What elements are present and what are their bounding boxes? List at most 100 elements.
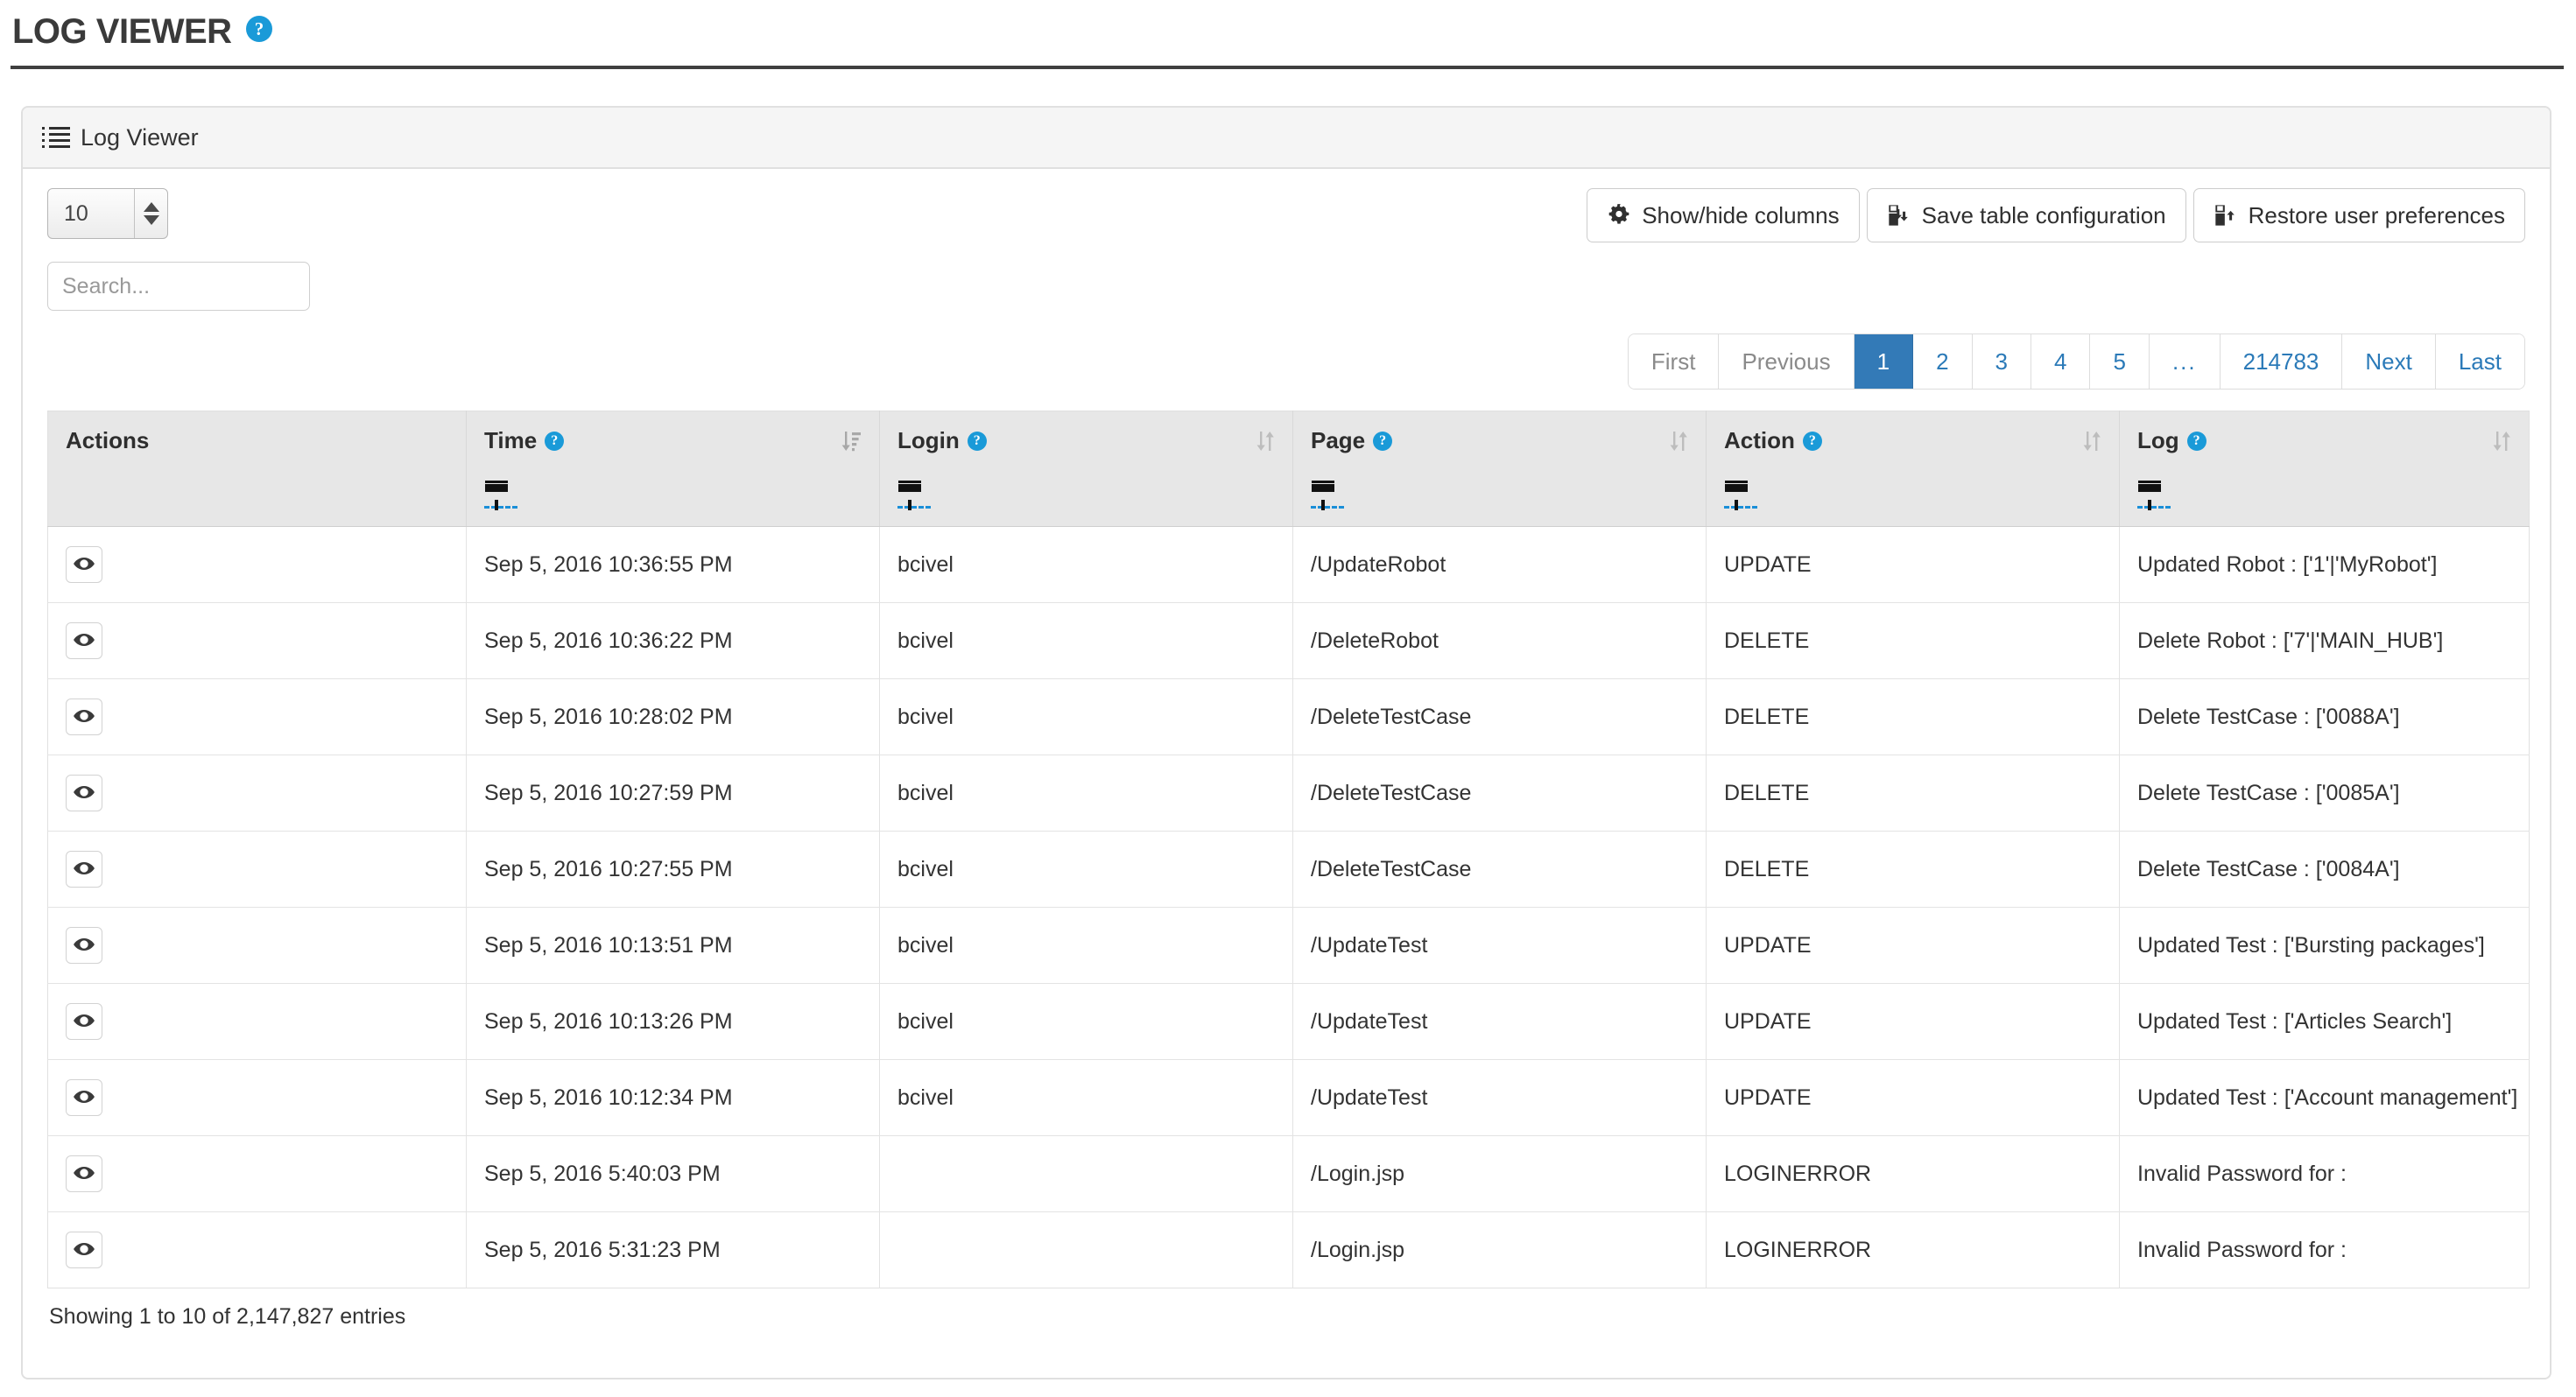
column-header-page[interactable]: Page ? [1292,411,1707,527]
table-row[interactable]: Sep 5, 2016 10:13:51 PM bcivel/UpdateTest… [47,907,2530,984]
filter-input-underline[interactable] [2137,506,2171,509]
table-row[interactable]: Sep 5, 2016 5:40:03 PM/Login.jsp LOGINERR… [47,1135,2530,1212]
filter-funnel-icon[interactable] [1312,481,1334,510]
column-header-login-label: Login [897,427,960,453]
column-header-log[interactable]: Log ? [2119,411,2530,527]
row-log: Updated Test : ['Account management'] [2119,1059,2530,1136]
row-page: /Login.jsp [1292,1211,1707,1288]
filter-input-underline[interactable] [1724,506,1757,509]
row-time: Sep 5, 2016 10:27:59 PM [466,755,880,832]
pagination-page-1[interactable]: 1 [1854,334,1914,389]
column-header-action[interactable]: Action ? [1706,411,2120,527]
pagination-page-3[interactable]: 3 [1972,334,2031,389]
help-circle-icon[interactable]: ? [246,15,273,42]
pagination-next[interactable]: Next [2342,334,2436,389]
row-login: bcivel [879,678,1293,755]
column-header-login[interactable]: Login ? [879,411,1293,527]
filter-funnel-icon[interactable] [1725,481,1748,510]
page-size-spinner[interactable] [134,189,167,238]
view-log-entry-button[interactable] [66,1232,102,1268]
table-body: Sep 5, 2016 10:36:55 PM bcivel/UpdateRobo… [47,526,2530,1288]
column-filter-login[interactable] [897,481,933,510]
filter-funnel-icon[interactable] [485,481,508,510]
eye-icon [73,1085,95,1111]
pagination-last-page-number[interactable]: 214783 [2220,334,2343,389]
pagination-last[interactable]: Last [2435,334,2524,389]
table-toolbar: 10 Show/hide columns Save table configur… [47,188,2525,242]
row-time: Sep 5, 2016 10:36:22 PM [466,602,880,679]
row-page: /DeleteRobot [1292,602,1707,679]
table-row[interactable]: Sep 5, 2016 10:36:22 PM bcivel/DeleteRobo… [47,602,2530,679]
row-time: Sep 5, 2016 10:13:26 PM [466,983,880,1060]
pagination-page-4[interactable]: 4 [2031,334,2091,389]
view-log-entry-button[interactable] [66,622,102,659]
table-row[interactable]: Sep 5, 2016 10:27:55 PM bcivel/DeleteTest… [47,831,2530,908]
table-row[interactable]: Sep 5, 2016 10:36:55 PM bcivel/UpdateRobo… [47,526,2530,603]
eye-icon [73,1238,95,1263]
sort-both-icon[interactable] [1669,427,1688,458]
row-page: /Login.jsp [1292,1135,1707,1212]
spinner-down-icon[interactable] [143,215,159,225]
view-log-entry-button[interactable] [66,1155,102,1192]
table-row[interactable]: Sep 5, 2016 10:27:59 PM bcivel/DeleteTest… [47,755,2530,832]
table-row[interactable]: Sep 5, 2016 10:12:34 PM bcivel/UpdateTest… [47,1059,2530,1136]
restore-user-preferences-button[interactable]: Restore user preferences [2192,188,2525,242]
row-log: Delete TestCase : ['0088A'] [2119,678,2530,755]
view-log-entry-button[interactable] [66,1079,102,1116]
row-action: LOGINERROR [1706,1211,2120,1288]
filter-input-underline[interactable] [1311,506,1344,509]
help-circle-icon[interactable]: ? [967,431,987,451]
row-login: bcivel [879,1059,1293,1136]
sort-desc-icon[interactable] [839,427,862,458]
panel-body: 10 Show/hide columns Save table configur… [23,169,2550,1330]
search-input[interactable] [47,262,310,311]
row-actions-cell [47,1135,467,1212]
save-table-configuration-button[interactable]: Save table configuration [1866,188,2186,242]
gear-icon [1607,203,1631,228]
column-header-time[interactable]: Time ? [466,411,880,527]
view-log-entry-button[interactable] [66,927,102,964]
pagination-page-5[interactable]: 5 [2090,334,2150,389]
view-log-entry-button[interactable] [66,775,102,811]
pagination-ellipsis[interactable]: ... [2149,334,2221,389]
filter-input-underline[interactable] [897,506,931,509]
help-circle-icon[interactable]: ? [1802,431,1822,451]
row-log: Updated Test : ['Bursting packages'] [2119,907,2530,984]
column-filter-action[interactable] [1724,481,1759,510]
column-header-actions[interactable]: Actions [47,411,467,527]
view-log-entry-button[interactable] [66,1003,102,1040]
row-action: UPDATE [1706,1059,2120,1136]
help-circle-icon[interactable]: ? [2186,431,2206,451]
sort-both-icon[interactable] [1256,427,1275,458]
table-row[interactable]: Sep 5, 2016 10:13:26 PM bcivel/UpdateTest… [47,983,2530,1060]
pagination-first[interactable]: First [1628,334,1720,389]
column-filter-log[interactable] [2137,481,2172,510]
filter-funnel-icon[interactable] [2138,481,2161,510]
table-row[interactable]: Sep 5, 2016 10:28:02 PM bcivel/DeleteTest… [47,678,2530,755]
table-row[interactable]: Sep 5, 2016 5:31:23 PM/Login.jsp LOGINERR… [47,1211,2530,1288]
view-log-entry-button[interactable] [66,698,102,735]
row-login: bcivel [879,602,1293,679]
filter-funnel-icon[interactable] [898,481,921,510]
help-circle-icon[interactable]: ? [545,431,565,451]
row-login: bcivel [879,526,1293,603]
spinner-up-icon[interactable] [143,202,159,212]
sort-both-icon[interactable] [2082,427,2101,458]
eye-icon [73,1162,95,1187]
title-divider [11,66,2564,69]
view-log-entry-button[interactable] [66,546,102,583]
save-download-icon [1887,203,1911,228]
show-hide-columns-button[interactable]: Show/hide columns [1587,188,1860,242]
column-filter-time[interactable] [484,481,519,510]
column-filter-page[interactable] [1311,481,1346,510]
help-circle-icon[interactable]: ? [1373,431,1393,451]
panel-heading: Log Viewer [23,108,2550,169]
view-log-entry-button[interactable] [66,851,102,888]
filter-input-underline[interactable] [484,506,517,509]
sort-both-icon[interactable] [2492,427,2511,458]
row-page: /DeleteTestCase [1292,755,1707,832]
restore-user-preferences-label: Restore user preferences [2248,201,2505,228]
page-size-stepper[interactable]: 10 [47,188,168,239]
pagination-page-2[interactable]: 2 [1913,334,1973,389]
pagination-previous[interactable]: Previous [1719,334,1855,389]
